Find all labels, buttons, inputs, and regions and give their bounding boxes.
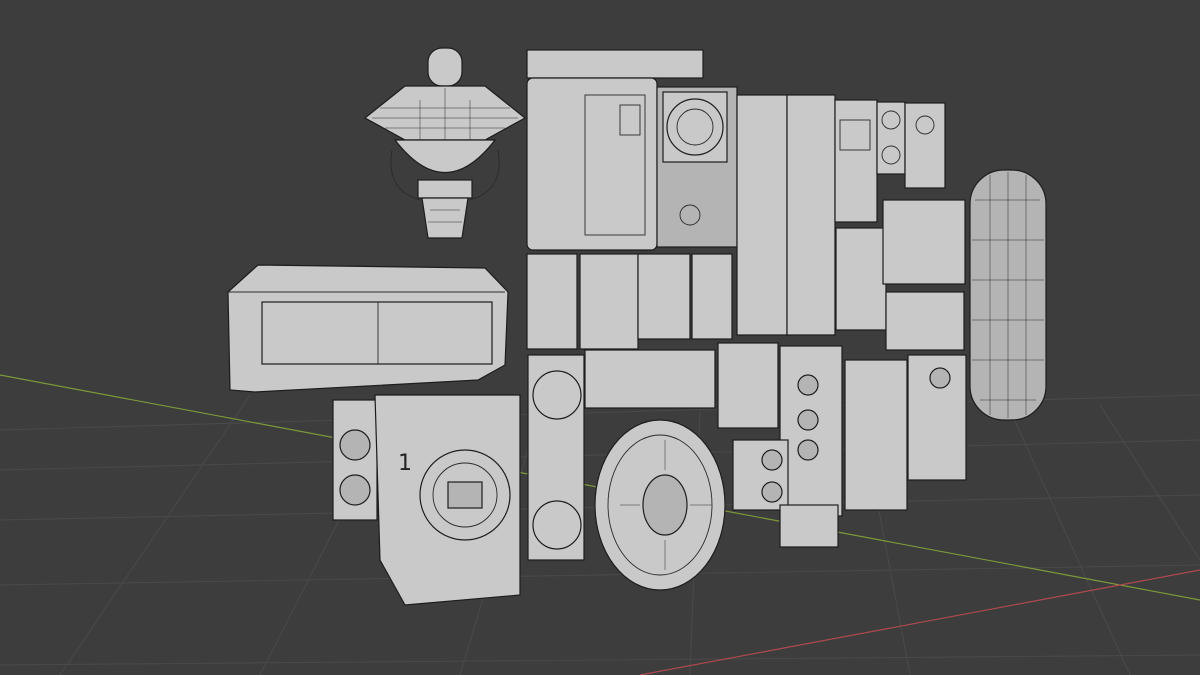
door-panel-model[interactable]: 1 <box>374 394 521 606</box>
lamp-model[interactable] <box>363 47 527 239</box>
fan-panel-model[interactable] <box>527 354 585 561</box>
x-axis-line <box>639 569 1200 675</box>
scene-canvas: 1 <box>0 47 1200 675</box>
light-box-model[interactable] <box>332 399 378 521</box>
control-panel-a[interactable] <box>526 49 738 251</box>
round-hatch-model[interactable] <box>594 419 726 591</box>
panel-number-label: 1 <box>398 451 412 476</box>
3d-viewport[interactable]: 1 <box>0 0 1200 675</box>
beveled-box-model[interactable] <box>227 264 509 393</box>
cylinder-tank-model[interactable] <box>969 169 1047 421</box>
